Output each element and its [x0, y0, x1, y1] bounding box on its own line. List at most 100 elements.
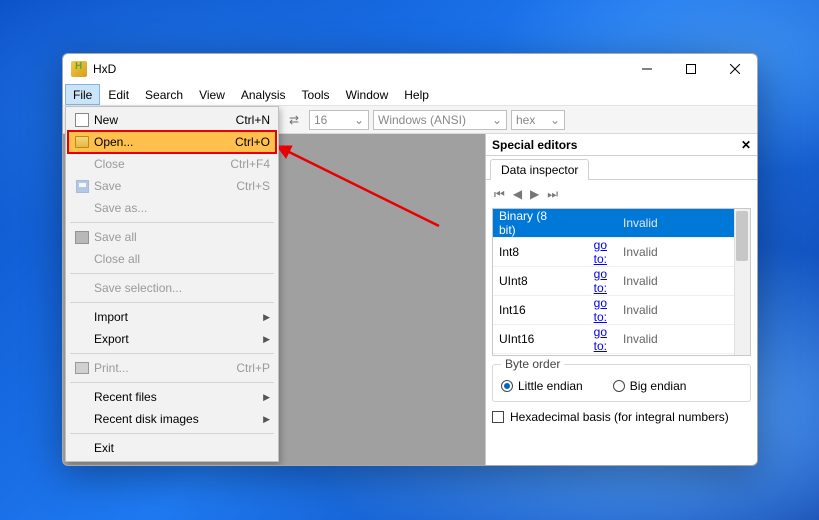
panel-close-button[interactable]: ✕ [741, 138, 751, 152]
tab-data-inspector[interactable]: Data inspector [490, 159, 589, 180]
toolbar-base-combo[interactable]: hex ⌄ [511, 110, 565, 130]
menu-separator [70, 273, 274, 274]
type-cell: Int24 [493, 354, 571, 357]
app-icon [71, 61, 87, 77]
save-icon [70, 180, 94, 193]
radio-icon [501, 380, 513, 392]
menu-open[interactable]: Open... Ctrl+O [68, 131, 276, 153]
menu-file[interactable]: File [65, 84, 100, 105]
menu-separator [70, 302, 274, 303]
combo-value: hex [516, 113, 535, 127]
menu-save-all[interactable]: Save all [68, 226, 276, 248]
titlebar: HxD [63, 54, 757, 84]
type-cell: Binary (8 bit) [493, 209, 571, 238]
menu-separator [70, 382, 274, 383]
menu-tools[interactable]: Tools [294, 84, 338, 105]
goto-link[interactable]: go to: [571, 267, 617, 296]
scrollbar-thumb[interactable] [736, 211, 748, 261]
chevron-down-icon: ⌄ [486, 113, 502, 127]
panel-tabs: Data inspector [486, 156, 757, 180]
panel-title: Special editors [492, 138, 577, 152]
menu-edit[interactable]: Edit [100, 84, 137, 105]
menu-close[interactable]: Close Ctrl+F4 [68, 153, 276, 175]
maximize-button[interactable] [669, 54, 713, 84]
annotation-arrow [279, 136, 449, 236]
toolbar-encoding-combo[interactable]: Windows (ANSI) ⌄ [373, 110, 507, 130]
panel-header: Special editors ✕ [486, 134, 757, 156]
combo-value: 16 [314, 113, 327, 127]
byte-order-group: Byte order Little endian Big endian [492, 364, 751, 402]
toolbar-width-button[interactable]: ⇄ [283, 109, 305, 131]
file-menu-dropdown: New Ctrl+N Open... Ctrl+O Close Ctrl+F4 … [65, 106, 279, 462]
type-cell: UInt8 [493, 267, 571, 296]
menu-separator [70, 433, 274, 434]
radio-icon [613, 380, 625, 392]
data-inspector-row[interactable]: Int16go to:Invalid [493, 296, 734, 325]
special-editors-panel: Special editors ✕ Data inspector ⏮ ◀ ▶ ⏭… [485, 134, 757, 465]
chevron-down-icon: ⌄ [544, 113, 560, 127]
goto-link[interactable]: go to: [571, 354, 617, 357]
nav-first-icon[interactable]: ⏮ [494, 187, 505, 202]
nav-last-icon[interactable]: ⏭ [547, 187, 558, 202]
data-inspector-grid: Binary (8 bit)InvalidInt8go to:InvalidUI… [492, 208, 751, 356]
menu-search[interactable]: Search [137, 84, 191, 105]
menu-separator [70, 353, 274, 354]
menu-import[interactable]: Import [68, 306, 276, 328]
checkbox-icon [492, 411, 504, 423]
menu-print[interactable]: Print... Ctrl+P [68, 357, 276, 379]
goto-link [571, 209, 617, 238]
value-cell: Invalid [617, 325, 734, 354]
menu-window[interactable]: Window [338, 84, 397, 105]
checkbox-hex-basis[interactable]: Hexadecimal basis (for integral numbers) [492, 410, 751, 424]
menu-export[interactable]: Export [68, 328, 276, 350]
radio-big-endian[interactable]: Big endian [613, 379, 687, 393]
scrollbar[interactable] [734, 209, 750, 355]
minimize-button[interactable] [625, 54, 669, 84]
data-inspector-row[interactable]: Binary (8 bit) Invalid [493, 209, 734, 238]
app-window: HxD File Edit Search View Analysis Tools… [62, 53, 758, 466]
value-cell: Invalid [617, 296, 734, 325]
chevron-down-icon: ⌄ [348, 113, 364, 127]
type-cell: Int8 [493, 238, 571, 267]
menu-separator [70, 222, 274, 223]
document-icon [70, 113, 94, 127]
menu-save[interactable]: Save Ctrl+S [68, 175, 276, 197]
menubar: File Edit Search View Analysis Tools Win… [63, 84, 757, 106]
window-title: HxD [93, 62, 116, 76]
goto-link[interactable]: go to: [571, 325, 617, 354]
menu-analysis[interactable]: Analysis [233, 84, 294, 105]
byte-order-legend: Byte order [501, 357, 564, 371]
type-cell: UInt16 [493, 325, 571, 354]
nav-prev-icon[interactable]: ◀ [513, 187, 522, 201]
value-cell: Invalid [617, 354, 734, 357]
value-cell: Invalid [617, 209, 734, 238]
menu-recent-files[interactable]: Recent files [68, 386, 276, 408]
menu-save-as[interactable]: Save as... [68, 197, 276, 219]
combo-value: Windows (ANSI) [378, 113, 466, 127]
menu-close-all[interactable]: Close all [68, 248, 276, 270]
data-inspector-row[interactable]: Int24go to:Invalid [493, 354, 734, 357]
type-cell: Int16 [493, 296, 571, 325]
toolbar-bytes-per-row-combo[interactable]: 16 ⌄ [309, 110, 369, 130]
menu-new[interactable]: New Ctrl+N [68, 109, 276, 131]
data-inspector-row[interactable]: UInt8go to:Invalid [493, 267, 734, 296]
menu-exit[interactable]: Exit [68, 437, 276, 459]
goto-link[interactable]: go to: [571, 296, 617, 325]
data-inspector-nav: ⏮ ◀ ▶ ⏭ [486, 180, 757, 208]
menu-view[interactable]: View [191, 84, 233, 105]
value-cell: Invalid [617, 238, 734, 267]
menu-help[interactable]: Help [396, 84, 437, 105]
radio-little-endian[interactable]: Little endian [501, 379, 583, 393]
menu-recent-disk-images[interactable]: Recent disk images [68, 408, 276, 430]
goto-link[interactable]: go to: [571, 238, 617, 267]
window-controls [625, 54, 757, 84]
folder-open-icon [70, 136, 94, 148]
data-inspector-row[interactable]: UInt16go to:Invalid [493, 325, 734, 354]
save-all-icon [70, 231, 94, 244]
value-cell: Invalid [617, 267, 734, 296]
data-inspector-row[interactable]: Int8go to:Invalid [493, 238, 734, 267]
nav-next-icon[interactable]: ▶ [530, 187, 539, 201]
menu-save-selection[interactable]: Save selection... [68, 277, 276, 299]
print-icon [70, 362, 94, 374]
close-button[interactable] [713, 54, 757, 84]
